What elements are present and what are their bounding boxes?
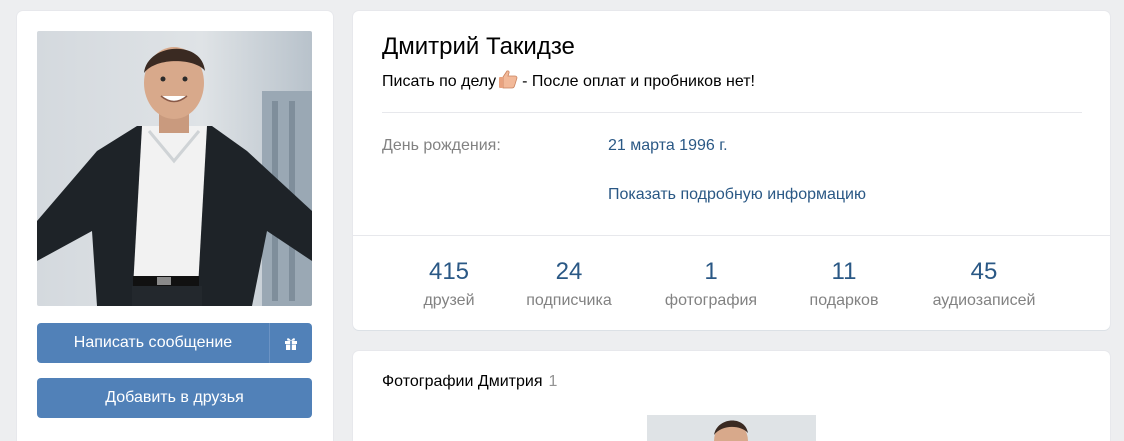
- gift-icon: [285, 338, 297, 350]
- counter-label: подписчика: [526, 292, 612, 309]
- profile-status: Писать по делу - После оплат и пробников…: [382, 68, 755, 95]
- counter-value: 45: [970, 258, 998, 285]
- counter-gifts[interactable]: 11 подарков: [802, 255, 886, 313]
- avatar-photo: [37, 31, 312, 306]
- counter-label: аудиозаписей: [932, 292, 1036, 309]
- photos-title: Фотографии Дмитрия: [382, 373, 543, 390]
- counter-audio[interactable]: 45 аудиозаписей: [924, 255, 1044, 313]
- counter-label: фотография: [664, 292, 758, 309]
- profile-name: Дмитрий Такидзе: [382, 33, 575, 60]
- show-more-info-link[interactable]: Показать подробную информацию: [608, 186, 866, 204]
- send-message-button[interactable]: Написать сообщение: [37, 323, 269, 363]
- profile-info-card: Дмитрий Такидзе Писать по делу - После о…: [353, 11, 1110, 330]
- avatar[interactable]: [37, 31, 312, 306]
- photos-card: Фотографии Дмитрия 1: [353, 351, 1110, 441]
- status-text-end: - После оплат и пробников нет!: [522, 72, 755, 90]
- send-gift-button[interactable]: [269, 323, 312, 363]
- counter-followers[interactable]: 24 подписчика: [518, 255, 620, 313]
- photos-header-link[interactable]: Фотографии Дмитрия 1: [382, 373, 557, 391]
- add-friend-button[interactable]: Добавить в друзья: [37, 378, 312, 418]
- birthday-value-link[interactable]: 21 марта 1996 г.: [608, 137, 728, 155]
- thumbs-up-icon: [497, 68, 519, 95]
- counter-value: 415: [428, 258, 470, 285]
- profile-sidebar-card: Написать сообщение Добавить в друзья: [17, 11, 333, 441]
- status-text-start: Писать по делу: [382, 72, 497, 90]
- profile-page: Написать сообщение Добавить в друзья Дми…: [0, 0, 1124, 441]
- counter-photos[interactable]: 1 фотография: [659, 255, 763, 313]
- divider: [382, 112, 1082, 113]
- profile-counters: 415 друзей 24 подписчика 1 фотография 11…: [353, 235, 1110, 330]
- birthday-label: День рождения:: [382, 137, 501, 154]
- counter-value: 1: [704, 258, 718, 285]
- photos-count: 1: [548, 373, 558, 390]
- counter-value: 11: [831, 258, 857, 285]
- counter-label: друзей: [423, 292, 475, 309]
- counter-value: 24: [555, 258, 583, 285]
- counter-friends[interactable]: 415 друзей: [420, 255, 478, 313]
- counter-label: подарков: [809, 292, 879, 309]
- photo-thumbnail[interactable]: [647, 415, 816, 441]
